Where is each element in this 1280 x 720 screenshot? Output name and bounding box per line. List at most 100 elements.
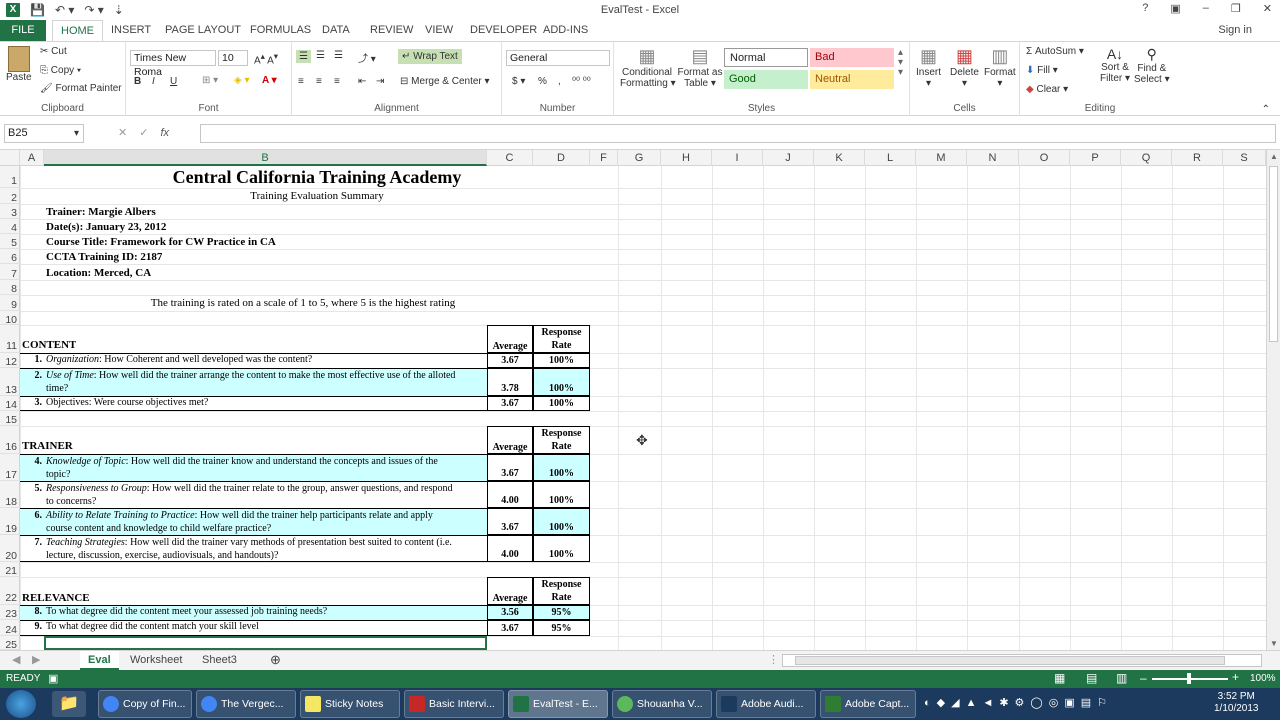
q4-text[interactable]: Knowledge of Topic: How well did the tra… (44, 454, 487, 481)
page-layout-view-icon[interactable]: ▤ (1086, 671, 1097, 685)
q9-rate[interactable]: 95% (533, 620, 590, 636)
format-cells-button[interactable]: ▥ Format ▾ (984, 46, 1016, 89)
column-header-j[interactable]: J (763, 150, 814, 166)
taskbar-item-chat[interactable]: Shouanha V... (612, 690, 712, 718)
horizontal-scrollbar[interactable] (782, 654, 1262, 667)
column-header-k[interactable]: K (814, 150, 865, 166)
q7-rate[interactable]: 100% (533, 535, 590, 562)
q4-average[interactable]: 3.67 (487, 454, 533, 481)
row-header[interactable]: 2 (0, 188, 20, 204)
response-rate-header[interactable]: Response Rate (533, 577, 590, 605)
training-id-info[interactable]: CCTA Training ID: 2187 (46, 251, 162, 263)
align-left-icon[interactable]: ≡ (298, 76, 304, 87)
scroll-thumb[interactable] (1269, 166, 1278, 342)
row-header[interactable]: 8 (0, 280, 20, 295)
q3-rate[interactable]: 100% (533, 396, 590, 411)
clock[interactable]: 3:52 PM 1/10/2013 (1214, 691, 1259, 715)
enter-icon[interactable]: ✓ (139, 127, 160, 139)
tab-view[interactable]: VIEW (425, 20, 453, 41)
page-break-view-icon[interactable]: ▥ (1116, 671, 1127, 685)
q1-average[interactable]: 3.67 (487, 353, 533, 368)
taskbar-item-sticky-notes[interactable]: Sticky Notes (300, 690, 400, 718)
zoom-out-icon[interactable]: – (1140, 671, 1147, 685)
q6-text[interactable]: Ability to Relate Training to Practice: … (44, 508, 487, 535)
row-header[interactable]: 21 (0, 562, 20, 577)
row-header[interactable]: 11 (0, 325, 20, 353)
q8-number[interactable]: 8. (20, 605, 44, 620)
merge-center-button[interactable]: ⊟ Merge & Center ▾ (400, 76, 490, 87)
tab-add-ins[interactable]: ADD-INS (543, 20, 588, 41)
column-header-m[interactable]: M (916, 150, 967, 166)
worksheet-grid[interactable]: Central California Training Academy Trai… (20, 166, 1266, 650)
format-as-table-button[interactable]: ▤ Format as Table ▾ (676, 46, 724, 89)
row-header[interactable]: 7 (0, 264, 20, 280)
q3-text[interactable]: Objectives: Were course objectives met? (44, 396, 487, 411)
q7-text[interactable]: Teaching Strategies: How well did the tr… (44, 535, 487, 562)
q3-number[interactable]: 3. (20, 396, 44, 411)
row-header[interactable]: 15 (0, 411, 20, 426)
orientation-icon[interactable]: ⤴ ▾ (358, 50, 376, 65)
minimize-button[interactable]: – (1203, 2, 1209, 15)
q6-rate[interactable]: 100% (533, 508, 590, 535)
macro-record-icon[interactable]: ▣ (48, 672, 58, 685)
insert-cells-button[interactable]: ▦ Insert ▾ (916, 46, 941, 89)
hscroll-thumb[interactable] (795, 656, 1225, 665)
row-header[interactable]: 25 (0, 636, 20, 651)
column-header-q[interactable]: Q (1121, 150, 1172, 166)
styles-scroll-icon[interactable]: ▴ ▾ ▾ (898, 48, 903, 78)
style-normal[interactable]: Normal (724, 48, 808, 67)
column-header-h[interactable]: H (661, 150, 712, 166)
taskbar-item-captivate[interactable]: Adobe Capt... (820, 690, 916, 718)
fill-color-icon[interactable]: ◈ ▾ (234, 75, 250, 86)
q5-number[interactable]: 5. (20, 481, 44, 508)
q5-text[interactable]: Responsiveness to Group: How well did th… (44, 481, 487, 508)
taskbar-item-pdf[interactable]: Basic Intervi... (404, 690, 504, 718)
paste-button[interactable]: Paste (6, 46, 32, 83)
name-box[interactable]: B25 (4, 124, 84, 143)
row-header[interactable]: 4 (0, 219, 20, 234)
row-header[interactable]: 10 (0, 311, 20, 326)
q9-text[interactable]: To what degree did the content match you… (44, 620, 487, 636)
column-header-n[interactable]: N (967, 150, 1019, 166)
q7-number[interactable]: 7. (20, 535, 44, 562)
column-header-a[interactable]: A (20, 150, 44, 166)
file-explorer-icon[interactable]: 📁 (52, 691, 86, 717)
scale-note[interactable]: The training is rated on a scale of 1 to… (44, 297, 562, 309)
tab-formulas[interactable]: FORMULAS (250, 20, 311, 41)
help-button[interactable]: ? (1142, 2, 1148, 15)
percent-button[interactable]: % (538, 76, 547, 87)
select-all-corner[interactable] (0, 150, 20, 166)
close-button[interactable]: ✕ (1263, 2, 1272, 15)
taskbar-item-chrome[interactable]: Copy of Fin... (98, 690, 192, 718)
row-header[interactable]: 1 (0, 166, 20, 188)
tab-file[interactable]: FILE (0, 20, 46, 41)
q5-average[interactable]: 4.00 (487, 481, 533, 508)
q3-average[interactable]: 3.67 (487, 396, 533, 411)
formula-input[interactable] (200, 124, 1276, 143)
italic-button[interactable]: I (152, 76, 155, 87)
align-center-icon[interactable]: ≡ (316, 76, 322, 87)
row-header[interactable]: 3 (0, 204, 20, 219)
ribbon-display-button[interactable]: ▣ (1170, 2, 1180, 15)
font-size-dropdown[interactable]: 10 (218, 50, 248, 66)
column-header-c[interactable]: C (487, 150, 533, 166)
row-header[interactable]: 17 (0, 454, 20, 481)
response-rate-header[interactable]: Response Rate (533, 426, 590, 454)
column-header-g[interactable]: G (618, 150, 661, 166)
font-name-dropdown[interactable]: Times New Roma (130, 50, 216, 78)
underline-button[interactable]: U (170, 76, 177, 87)
tab-data[interactable]: DATA (322, 20, 350, 41)
middle-align-icon[interactable]: ☰ (316, 50, 325, 61)
row-header[interactable]: 9 (0, 295, 20, 311)
system-tray-icons[interactable]: ◐◆◢▲◄✱⚙◯◎▣▤⚐ (924, 696, 1113, 709)
section-header-relevance[interactable]: RELEVANCE (22, 592, 90, 604)
zoom-slider-thumb[interactable] (1187, 673, 1191, 684)
vertical-scrollbar[interactable]: ▲ ▼ (1266, 150, 1280, 650)
q5-rate[interactable]: 100% (533, 481, 590, 508)
row-header[interactable]: 20 (0, 535, 20, 562)
style-good[interactable]: Good (724, 70, 808, 89)
row-header[interactable]: 18 (0, 481, 20, 508)
fx-icon[interactable]: fx (160, 127, 169, 139)
row-header[interactable]: 19 (0, 508, 20, 535)
taskbar-item-audition[interactable]: Adobe Audi... (716, 690, 816, 718)
